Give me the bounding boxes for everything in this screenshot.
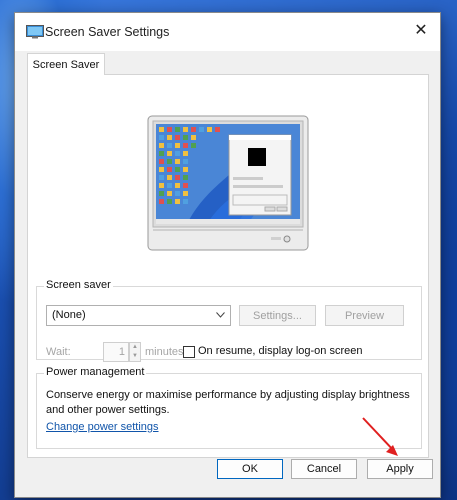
tab-screen-saver[interactable]: Screen Saver [27, 53, 105, 75]
wait-minutes-input[interactable]: 1 [103, 342, 129, 362]
change-power-settings-link[interactable]: Change power settings [46, 421, 159, 433]
screen-saver-select[interactable]: (None) [46, 305, 231, 326]
minutes-label: minutes [145, 346, 184, 358]
chevron-down-icon [216, 312, 225, 318]
spin-up-icon[interactable]: ▲ [130, 343, 140, 352]
apply-button[interactable]: Apply [367, 459, 433, 479]
screen-saver-selected-value: (None) [52, 309, 86, 321]
screen-saver-settings-dialog: Screen Saver Settings ✕ Screen Saver Scr… [14, 12, 441, 498]
screen-saver-group-title: Screen saver [44, 279, 113, 291]
spin-down-icon[interactable]: ▼ [130, 352, 140, 361]
ok-button[interactable]: OK [217, 459, 283, 479]
title-bar: Screen Saver Settings ✕ [15, 13, 440, 51]
resume-logon-checkbox[interactable] [183, 346, 195, 358]
wait-spinner[interactable]: ▲ ▼ [129, 342, 141, 362]
preview-button[interactable]: Preview [325, 305, 404, 326]
close-icon: ✕ [414, 22, 428, 39]
power-description: Conserve energy or maximise performance … [46, 389, 410, 416]
settings-button[interactable]: Settings... [239, 305, 316, 326]
wait-label: Wait: [46, 346, 71, 358]
power-management-group: Power management Conserve energy or maxi… [36, 366, 422, 449]
screen-saver-app-icon [26, 25, 44, 39]
resume-logon-label[interactable]: On resume, display log-on screen [198, 345, 362, 357]
tab-panel: Screen saver (None) Settings... Preview … [27, 74, 429, 458]
monitor-preview [147, 115, 309, 251]
window-title: Screen Saver Settings [45, 25, 170, 39]
power-management-group-title: Power management [44, 366, 147, 378]
cancel-button[interactable]: Cancel [291, 459, 357, 479]
screen-saver-group: Screen saver (None) Settings... Preview … [36, 279, 422, 362]
close-button[interactable]: ✕ [402, 13, 440, 47]
